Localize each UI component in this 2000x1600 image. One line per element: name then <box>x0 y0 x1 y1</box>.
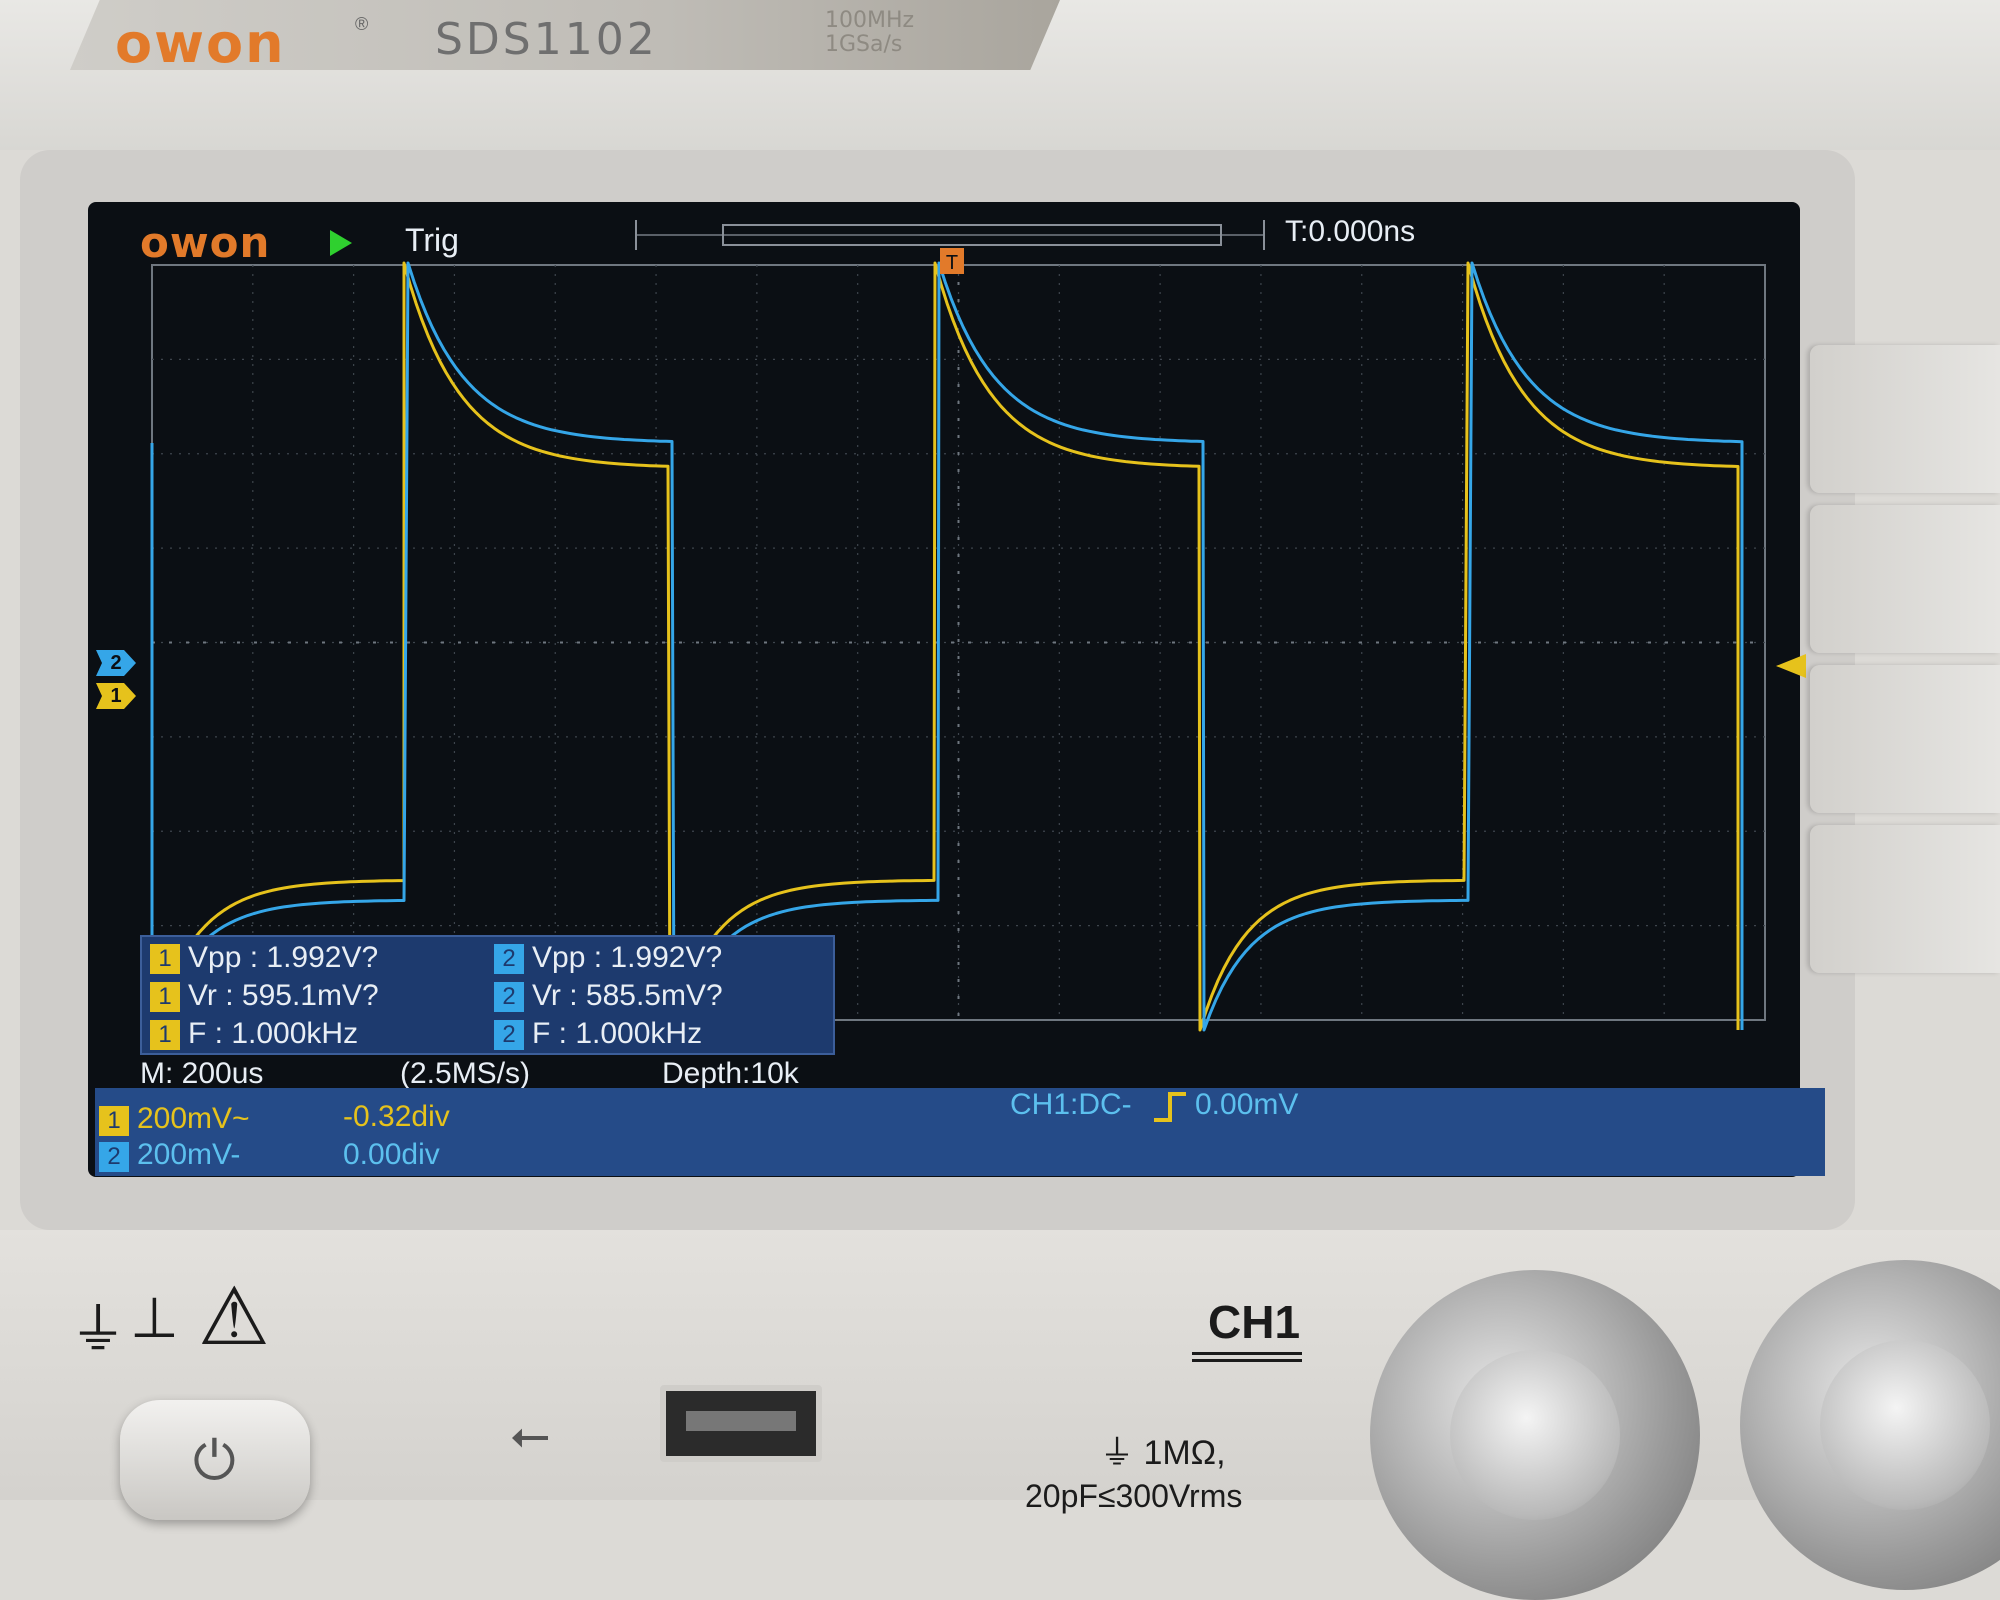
trigger-level-marker[interactable] <box>1776 654 1806 678</box>
memory-depth: Depth:10k <box>662 1057 799 1090</box>
ch1-spec-impedance: 1MΩ, <box>1143 1434 1226 1472</box>
ch1-offset: -0.32div <box>343 1100 450 1133</box>
measurement-ch2-vpp: 2 Vpp : 1.992V? <box>494 941 722 979</box>
ch2-scale[interactable]: 200mV- <box>137 1138 240 1172</box>
measurement-label: Vpp : 1.992V? <box>532 941 723 974</box>
side-menu-button-3[interactable] <box>1810 665 2000 813</box>
ch1-input-spec-2: 20pF≤300Vrms <box>1025 1478 1243 1514</box>
ch1-bnc-connector[interactable] <box>1370 1270 1700 1600</box>
trigger-time-marker: T <box>940 248 964 274</box>
measurement-label: F : 1.000kHz <box>532 1017 703 1050</box>
ch1-badge: 1 <box>99 1106 129 1136</box>
model-name: SDS1102 <box>435 14 658 65</box>
ch2-badge: 2 <box>99 1142 129 1172</box>
ch1-input-label: CH1 <box>1208 1296 1301 1348</box>
measurement-label: Vr : 585.5mV? <box>532 979 723 1012</box>
time-offset: T:0.000ns <box>1285 215 1416 248</box>
graticule-border <box>151 264 1766 1021</box>
side-menu-button-2[interactable] <box>1810 505 2000 653</box>
channel-badge: 2 <box>494 1020 524 1051</box>
channel-settings-bar: 1 200mV~ -0.32div 2 200mV- 0.00div CH1:D… <box>95 1088 1825 1176</box>
channel-badge: 1 <box>150 982 180 1013</box>
measurement-label: Vpp : 1.992V? <box>188 941 379 974</box>
power-button[interactable]: ⏻ <box>120 1400 310 1520</box>
measurement-ch1-freq: 1 F : 1.000kHz <box>150 1017 358 1055</box>
brand-logo: owon <box>115 12 286 75</box>
measurement-ch2-vr: 2 Vr : 585.5mV? <box>494 979 723 1017</box>
position-window <box>722 224 1222 246</box>
waveform-plot: T <box>150 248 1766 1032</box>
side-menu-button-1[interactable] <box>1810 345 2000 493</box>
channel-badge: 1 <box>150 944 180 975</box>
spec-bandwidth: 100MHz <box>825 8 915 33</box>
channel-badge: 2 <box>494 944 524 975</box>
ch1-scale[interactable]: 200mV~ <box>137 1102 250 1136</box>
sample-rate: (2.5MS/s) <box>400 1057 531 1090</box>
side-menu-button-4[interactable] <box>1810 825 2000 973</box>
ground-icon: ⏚ <box>70 1298 126 1361</box>
measurement-label: Vr : 595.1mV? <box>188 979 379 1012</box>
graticule <box>151 264 1766 1021</box>
power-icon: ⏻ <box>193 1431 236 1491</box>
trace-ch1 <box>150 261 1740 1032</box>
measurement-ch2-freq: 2 F : 1.000kHz <box>494 1017 702 1055</box>
trigger-marker-label: T <box>946 252 958 274</box>
measurement-ch1-vpp: 1 Vpp : 1.992V? <box>150 941 378 979</box>
usb-port[interactable] <box>660 1385 822 1462</box>
usb-icon: ⭠ <box>510 1406 550 1462</box>
ch1-label-underline <box>1192 1352 1302 1362</box>
registered-mark: ® <box>355 14 369 34</box>
trigger-source[interactable]: CH1:DC- <box>1010 1088 1132 1122</box>
channel-badge: 2 <box>494 982 524 1013</box>
ch1-waveform <box>150 261 1740 1032</box>
channel-badge: 1 <box>150 1020 180 1051</box>
ch1-input-spec: ⏚ 1MΩ, <box>1100 1434 1226 1472</box>
ch2-offset: 0.00div <box>343 1138 440 1171</box>
chassis-ground-icon: ⊥ <box>130 1286 179 1349</box>
spec-sample-rate: 1GSa/s <box>825 32 903 57</box>
rising-edge-icon <box>1154 1092 1186 1122</box>
measurement-label: F : 1.000kHz <box>188 1017 359 1050</box>
measurement-ch1-vr: 1 Vr : 595.1mV? <box>150 979 379 1017</box>
timebase: M: 200us <box>140 1057 264 1090</box>
trace-ch2 <box>150 261 1744 1032</box>
warning-icon: ⚠ <box>198 1272 270 1361</box>
trigger-level: 0.00mV <box>1195 1088 1299 1121</box>
ch2-waveform <box>150 261 1744 1032</box>
measurement-table: 1 Vpp : 1.992V? 2 Vpp : 1.992V? 1 Vr : 595.… <box>140 935 835 1055</box>
